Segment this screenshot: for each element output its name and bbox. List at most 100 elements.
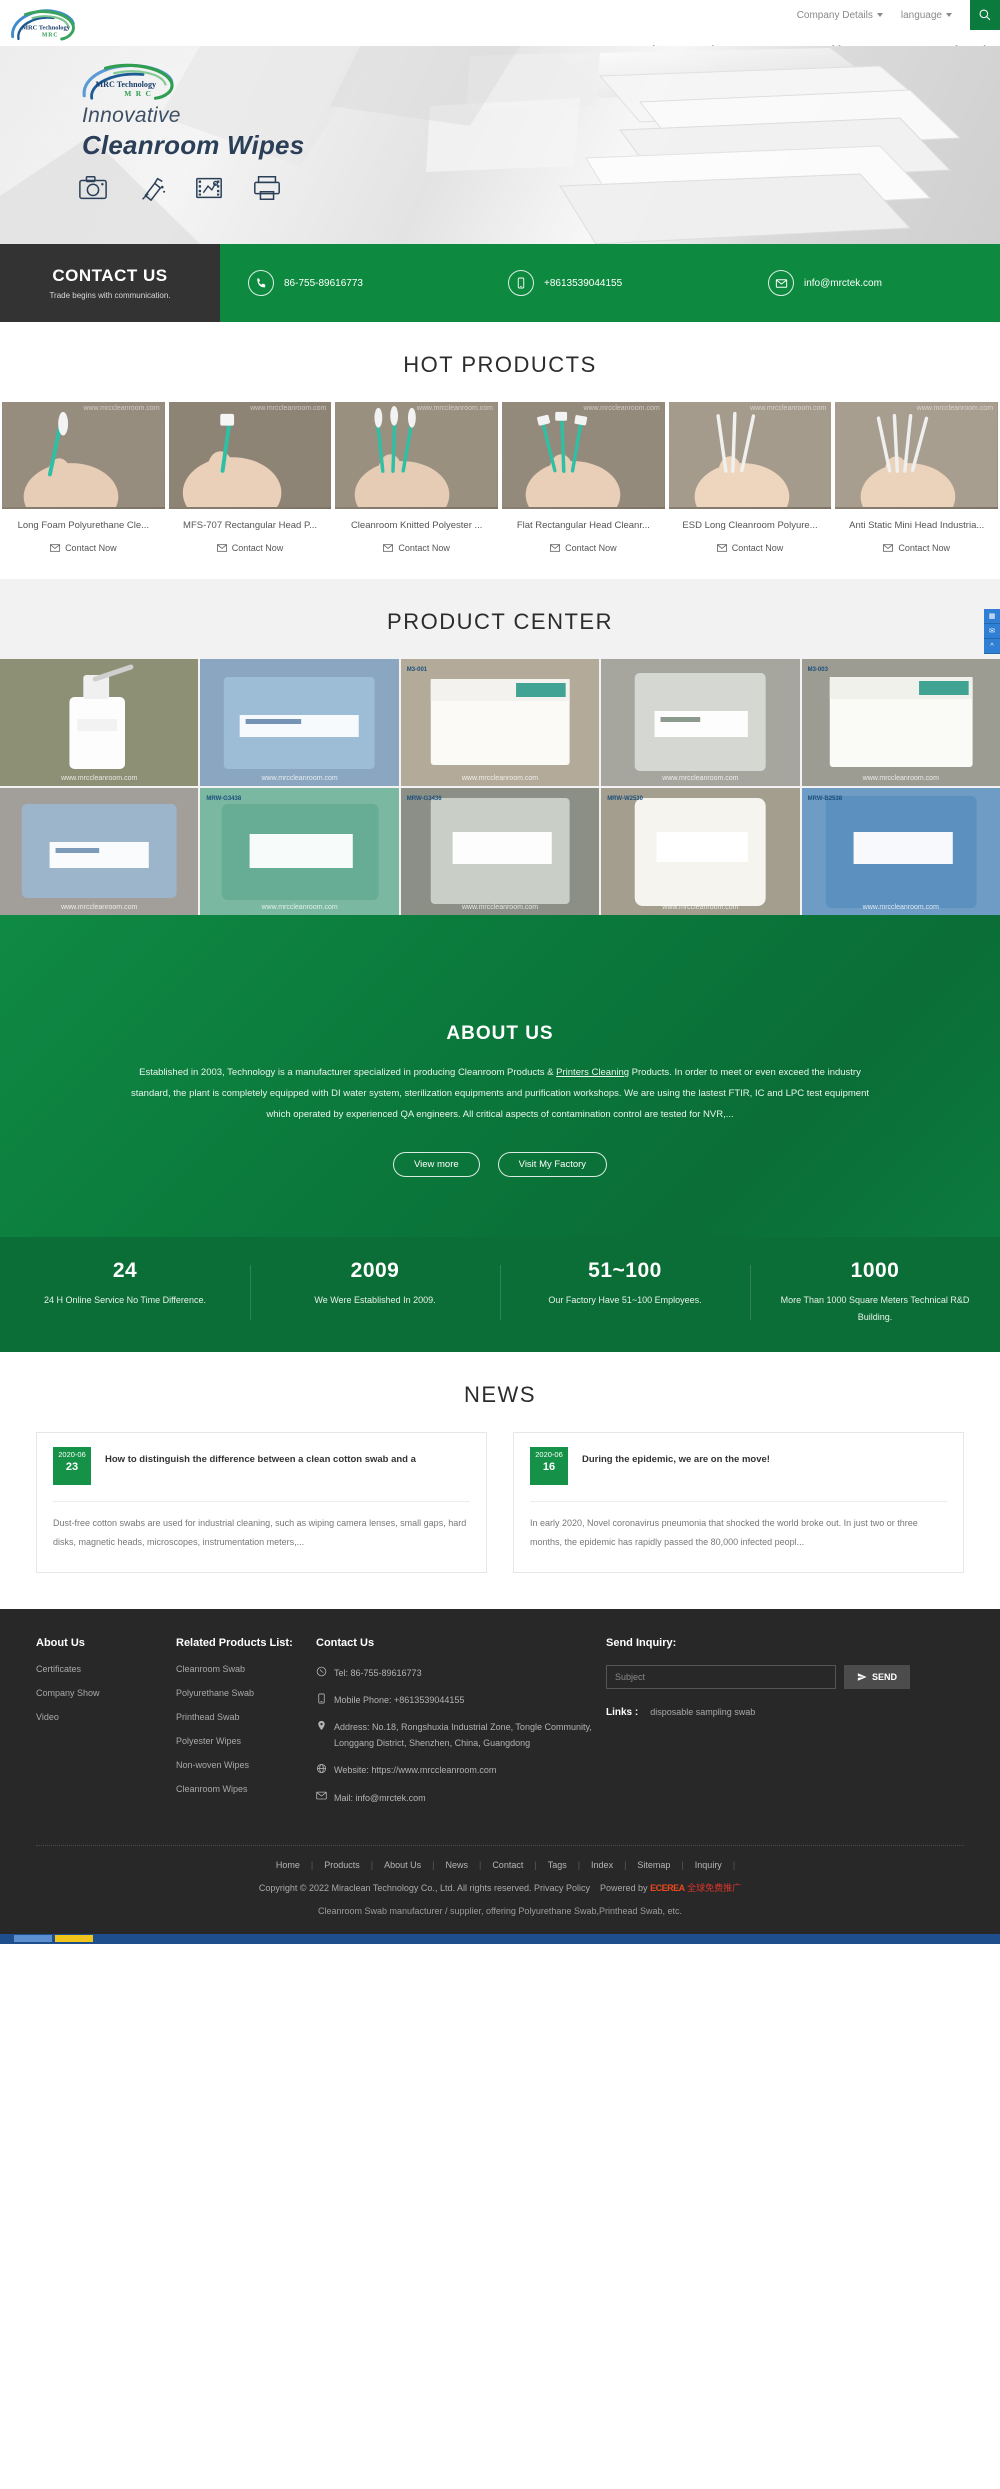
product-tile[interactable]: www.mrccleanroom.com	[0, 659, 199, 786]
product-tile[interactable]: M3-001 www.mrccleanroom.com	[400, 659, 600, 786]
link-disposable-sampling-swab[interactable]: disposable sampling swab	[650, 1707, 755, 1717]
contact-now-button[interactable]: Contact Now	[835, 531, 998, 553]
product-tile[interactable]: MRW-G3438 www.mrccleanroom.com	[200, 788, 399, 915]
contact-strip: CONTACT US Trade begins with communicati…	[0, 244, 1000, 322]
privacy-policy-link[interactable]: Privacy Policy	[534, 1883, 590, 1893]
bottom-nav-contact[interactable]: Contact	[481, 1860, 534, 1870]
bottom-nav-about-us[interactable]: About Us	[373, 1860, 432, 1870]
news-card[interactable]: 2020-06 16 During the epidemic, we are o…	[513, 1431, 964, 1573]
footer-link-polyurethane-swab[interactable]: Polyurethane Swab	[176, 1688, 316, 1698]
printers-cleaning-link[interactable]: Printers Cleaning	[556, 1067, 629, 1078]
footer-link-certificates[interactable]: Certificates	[36, 1664, 176, 1674]
svg-text:MRC Technology: MRC Technology	[22, 25, 71, 32]
product-tile[interactable]: MRW-W2530 www.mrccleanroom.com	[601, 788, 800, 915]
swab-photo	[502, 402, 665, 508]
contact-now-button[interactable]: Contact Now	[669, 531, 832, 553]
footer-link-printhead-swab[interactable]: Printhead Swab	[176, 1712, 316, 1722]
about-buttons: View more Visit My Factory	[0, 1151, 1000, 1177]
contact-now-button[interactable]: Contact Now	[502, 531, 665, 553]
contact-mail[interactable]: info@mrctek.com	[740, 270, 1000, 296]
contact-now-button[interactable]: Contact Now	[169, 531, 332, 553]
taskbar-item[interactable]	[14, 1935, 52, 1943]
product-name[interactable]: Anti Static Mini Head Industria...	[835, 509, 998, 531]
footer-mail[interactable]: Mail: info@mrctek.com	[316, 1790, 606, 1806]
watermark: www.mrccleanroom.com	[662, 775, 739, 782]
bottom-nav-index[interactable]: Index	[580, 1860, 624, 1870]
separator: |	[732, 1859, 736, 1870]
product-tile[interactable]: MRW-G3436 www.mrccleanroom.com	[400, 788, 600, 915]
language-dropdown[interactable]: language	[901, 10, 952, 21]
footer-bottom: Home | Products | About Us | News | Contact |…	[0, 1845, 1000, 1934]
product-tile[interactable]: www.mrccleanroom.com	[200, 659, 399, 786]
news-day: 23	[65, 1460, 79, 1473]
footer-address: Address: No.18, Rongshuxia Industrial Zo…	[316, 1719, 606, 1751]
hero-logo-subtext: M R C	[124, 89, 152, 98]
product-card[interactable]: www.mrccleanroom.com MFS-707 Rectangular…	[168, 402, 332, 553]
visit-factory-button[interactable]: Visit My Factory	[497, 1151, 608, 1177]
contact-now-button[interactable]: Contact Now	[335, 531, 498, 553]
footer-link-non-woven-wipes[interactable]: Non-woven Wipes	[176, 1760, 316, 1770]
mobile-icon	[508, 270, 534, 296]
contact-mobile[interactable]: +8613539044155	[480, 270, 740, 296]
bottom-nav-products[interactable]: Products	[313, 1860, 371, 1870]
wechat-icon[interactable]: ✉	[984, 624, 1000, 639]
news-card[interactable]: 2020-06 23 How to distinguish the differ…	[36, 1431, 487, 1573]
bottom-nav-sitemap[interactable]: Sitemap	[626, 1860, 681, 1870]
product-tile[interactable]: MRW-B2538 www.mrccleanroom.com	[801, 788, 1000, 915]
product-card[interactable]: www.mrccleanroom.com Flat Rectangular He…	[502, 402, 665, 553]
footer-address-value: Address: No.18, Rongshuxia Industrial Zo…	[334, 1722, 592, 1749]
footer-link-cleanroom-wipes[interactable]: Cleanroom Wipes	[176, 1784, 316, 1794]
view-more-button[interactable]: View more	[392, 1151, 480, 1177]
company-details-dropdown[interactable]: Company Details	[797, 10, 883, 21]
copyright-line: Copyright © 2022 Miraclean Technology Co…	[0, 1881, 1000, 1894]
subject-input[interactable]	[606, 1664, 836, 1689]
product-name[interactable]: ESD Long Cleanroom Polyure...	[669, 509, 832, 531]
about-text: Established in 2003, Technology is a man…	[120, 1063, 880, 1126]
globe-icon	[316, 1764, 327, 1774]
product-photo	[0, 788, 199, 915]
product-name[interactable]: Flat Rectangular Head Cleanr...	[502, 509, 665, 531]
contact-now-button[interactable]: Contact Now	[2, 531, 165, 553]
contact-phone-value: 86-755-89616773	[284, 277, 363, 289]
footer-link-company-show[interactable]: Company Show	[36, 1688, 176, 1698]
taskbar-item[interactable]	[55, 1935, 93, 1943]
powered-by-logo[interactable]: ECEREA	[650, 1883, 685, 1893]
product-image: www.mrccleanroom.com	[668, 402, 832, 509]
news-headline[interactable]: During the epidemic, we are on the move!	[582, 1447, 770, 1485]
footer-tel[interactable]: Tel: 86-755-89616773	[316, 1665, 606, 1681]
product-name[interactable]: Long Foam Polyurethane Cle...	[2, 509, 165, 531]
scroll-top-icon[interactable]: ^	[984, 639, 1000, 654]
swab-photo	[335, 402, 498, 508]
os-taskbar	[0, 1933, 1000, 1944]
footer-mail-value: Mail: info@mrctek.com	[334, 1792, 426, 1803]
search-button[interactable]	[970, 0, 1000, 30]
product-card[interactable]: www.mrccleanroom.com Anti Static Mini He…	[835, 402, 999, 553]
news-headline[interactable]: How to distinguish the difference betwee…	[105, 1447, 416, 1485]
footer-link-cleanroom-swab[interactable]: Cleanroom Swab	[176, 1664, 316, 1674]
site-logo[interactable]: MRC Technology MRC	[8, 6, 78, 44]
bottom-nav-inquiry[interactable]: Inquiry	[684, 1860, 733, 1870]
contact-phone[interactable]: 86-755-89616773	[220, 270, 480, 296]
footer-mobile[interactable]: Mobile Phone: +8613539044155	[316, 1692, 606, 1708]
footer-link-polyester-wipes[interactable]: Polyester Wipes	[176, 1736, 316, 1746]
product-card[interactable]: www.mrccleanroom.com ESD Long Cleanroom …	[668, 402, 832, 553]
product-tile[interactable]: M3-003 www.mrccleanroom.com	[801, 659, 1000, 786]
bottom-nav-home[interactable]: Home	[265, 1860, 311, 1870]
send-button[interactable]: SEND	[844, 1664, 911, 1689]
product-name[interactable]: MFS-707 Rectangular Head P...	[169, 509, 332, 531]
qr-icon[interactable]: ▦	[984, 609, 1000, 624]
product-card[interactable]: www.mrccleanroom.com Long Foam Polyureth…	[2, 402, 165, 553]
product-card[interactable]: www.mrccleanroom.com Cleanroom Knitted P…	[335, 402, 499, 553]
contact-now-label: Contact Now	[565, 543, 617, 553]
footer-link-video[interactable]: Video	[36, 1712, 176, 1722]
printer-icon	[254, 176, 280, 200]
stat-item: 1000 More Than 1000 Square Meters Techni…	[750, 1259, 1000, 1326]
product-tile[interactable]: www.mrccleanroom.com	[0, 788, 199, 915]
watermark: www.mrccleanroom.com	[261, 904, 338, 911]
product-name[interactable]: Cleanroom Knitted Polyester ...	[335, 509, 498, 531]
footer-website[interactable]: Website: https://www.mrccleanroom.com	[316, 1762, 606, 1778]
bottom-nav-tags[interactable]: Tags	[537, 1860, 578, 1870]
product-tile[interactable]: www.mrccleanroom.com	[601, 659, 800, 786]
bottom-nav-news[interactable]: News	[434, 1860, 479, 1870]
stat-number: 1000	[850, 1258, 900, 1282]
